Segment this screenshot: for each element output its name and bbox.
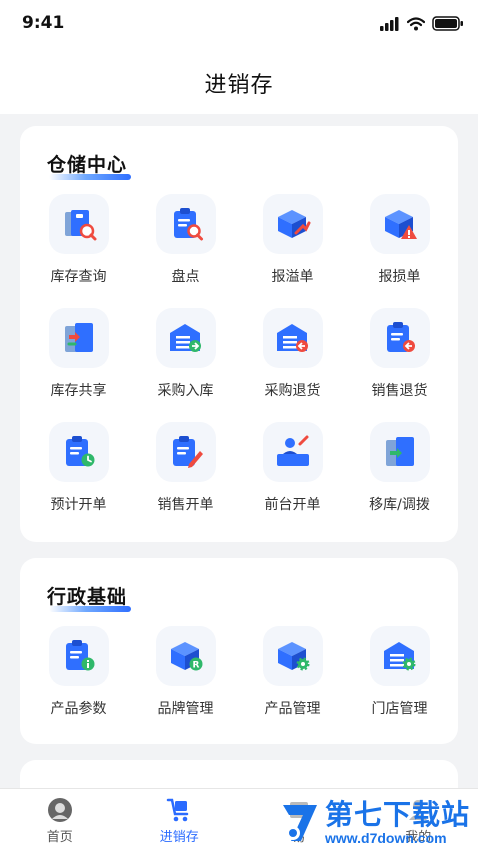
grid-item-inventory-share[interactable]: 库存共享 <box>25 308 132 410</box>
tab-label: 进销存 <box>159 830 199 845</box>
admin-basics-card: 行政基础 产品参数 R 品牌管理 产品管理 门店管理 <box>20 558 458 744</box>
warehouse-center-card: 仓储中心 库存查询 盘点 报溢单 报损单 库存共享 采购入库 采购退货 销售退货… <box>20 126 458 542</box>
page-title: 进销存 <box>204 73 274 98</box>
watermark-main: 第七下载站 <box>324 799 470 830</box>
grid-item-label: 销售开单 <box>157 497 214 513</box>
battery-icon <box>432 16 463 31</box>
grid-item-label: 采购入库 <box>157 383 214 399</box>
grid-item-label: 采购退货 <box>264 383 321 399</box>
grid-item-inventory-query[interactable]: 库存查询 <box>25 194 132 296</box>
section-title-wrap: 行政基础 <box>47 582 131 612</box>
grid-item-label: 品牌管理 <box>157 701 214 717</box>
grid-item-label: 门店管理 <box>371 701 428 717</box>
status-icons <box>380 16 464 31</box>
front-desk-icon <box>262 422 323 482</box>
grid-item-label: 盘点 <box>171 269 200 285</box>
cart-icon <box>167 798 189 822</box>
signal-icon <box>380 16 399 31</box>
move-door-icon <box>369 422 430 482</box>
grid-item-overflow-report[interactable]: 报溢单 <box>239 194 346 296</box>
admin-grid: 产品参数 R 品牌管理 产品管理 门店管理 <box>20 626 458 728</box>
grid-item-store-management[interactable]: 门店管理 <box>346 626 453 728</box>
grid-item-purchase-in[interactable]: 采购入库 <box>132 308 239 410</box>
grid-item-label: 前台开单 <box>264 497 321 513</box>
box-up-icon <box>262 194 323 254</box>
warehouse-grid: 库存查询 盘点 报溢单 报损单 库存共享 采购入库 采购退货 销售退货 预计开单… <box>20 194 458 524</box>
grid-item-label: 销售退货 <box>371 383 428 399</box>
avatar-home-icon <box>47 798 72 822</box>
section-title: 仓储中心 <box>47 154 128 176</box>
watermark: 第七下载站 www.d7down.com <box>279 800 470 846</box>
grid-item-loss-report[interactable]: 报损单 <box>346 194 453 296</box>
status-bar: 9:41 <box>0 0 478 52</box>
share-doors-icon <box>48 308 109 368</box>
box-warning-icon <box>369 194 430 254</box>
grid-item-move-transfer[interactable]: 移库/调拨 <box>346 422 453 524</box>
section-title: 行政基础 <box>47 586 128 608</box>
clipboard-pen-icon <box>155 422 216 482</box>
tab-home[interactable]: 首页 <box>0 789 120 850</box>
svg-text:R: R <box>192 661 199 671</box>
grid-item-label: 库存查询 <box>50 269 107 285</box>
status-time: 9:41 <box>22 13 65 33</box>
tab-label: 首页 <box>46 830 73 845</box>
section-title-wrap: 仓储中心 <box>47 150 131 180</box>
clipboard-clock-icon <box>48 422 109 482</box>
grid-item-label: 库存共享 <box>50 383 107 399</box>
grid-item-label: 报溢单 <box>271 269 314 285</box>
store-gear-icon <box>369 626 430 686</box>
grid-item-front-desk-order[interactable]: 前台开单 <box>239 422 346 524</box>
wifi-icon <box>407 16 425 30</box>
box-gear-icon <box>262 626 323 686</box>
grid-item-estimated-order[interactable]: 预计开单 <box>25 422 132 524</box>
watermark-logo-icon <box>282 805 317 841</box>
grid-item-label: 报损单 <box>378 269 421 285</box>
clipboard-return-icon <box>369 308 430 368</box>
clipboard-info-icon <box>48 626 109 686</box>
watermark-sub: www.d7down.com <box>324 830 447 846</box>
grid-item-sales-return[interactable]: 销售退货 <box>346 308 453 410</box>
grid-item-product-params[interactable]: 产品参数 <box>25 626 132 728</box>
warehouse-in-icon <box>155 308 216 368</box>
warehouse-return-icon <box>262 308 323 368</box>
nav-header: 进销存 <box>0 52 478 114</box>
tab-inventory[interactable]: 进销存 <box>120 789 240 850</box>
inventory-search-icon <box>48 194 109 254</box>
grid-item-brand-management[interactable]: R 品牌管理 <box>132 626 239 728</box>
box-brand-icon: R <box>155 626 216 686</box>
grid-item-purchase-return[interactable]: 采购退货 <box>239 308 346 410</box>
grid-item-label: 产品参数 <box>50 701 107 717</box>
grid-item-label: 产品管理 <box>264 701 321 717</box>
clipboard-search-icon <box>155 194 216 254</box>
grid-item-stocktake[interactable]: 盘点 <box>132 194 239 296</box>
grid-item-label: 移库/调拨 <box>369 497 430 513</box>
grid-item-product-management[interactable]: 产品管理 <box>239 626 346 728</box>
grid-item-label: 预计开单 <box>50 497 107 513</box>
grid-item-sales-order[interactable]: 销售开单 <box>132 422 239 524</box>
